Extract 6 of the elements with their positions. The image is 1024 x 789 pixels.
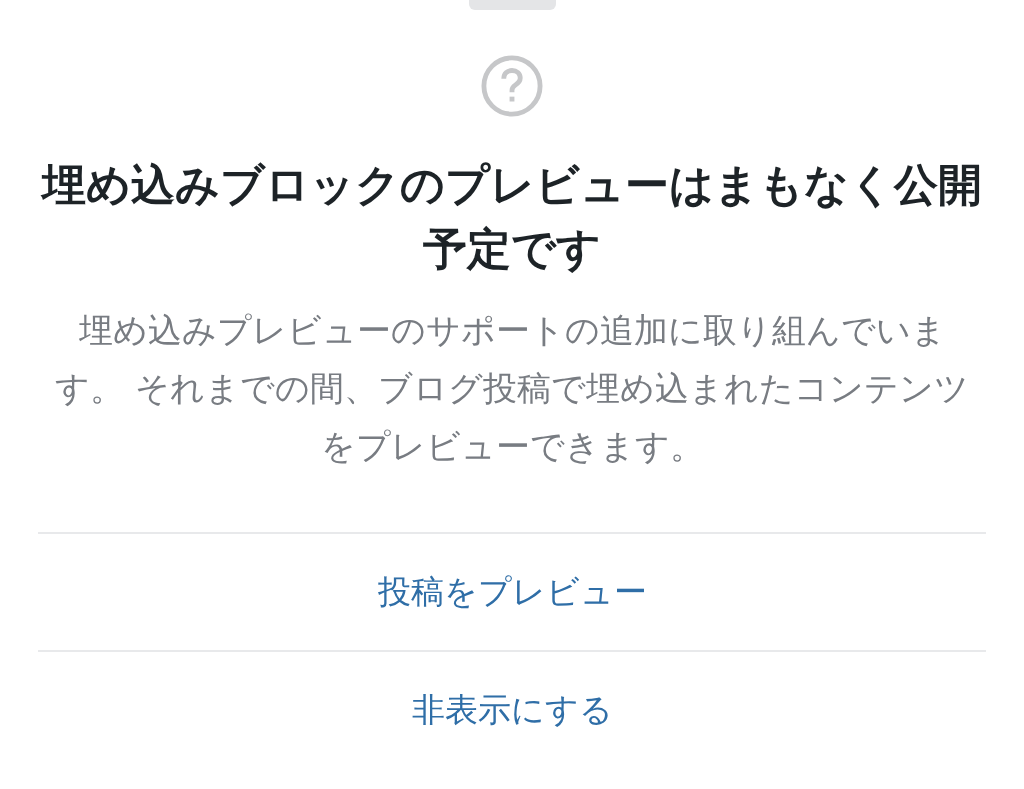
action-button[interactable]: 投稿をプレビュー bbox=[365, 563, 659, 621]
action-button[interactable]: 非表示にする bbox=[399, 681, 625, 739]
drag-handle[interactable] bbox=[468, 0, 556, 10]
dialog-message: 埋め込みプレビューのサポートの追加に取り組んでいます。 それまでの間、ブログ投稿で埋め込まれたコンテンツをプレビューできます。 bbox=[54, 309, 970, 468]
help-icon bbox=[481, 55, 543, 117]
dialog-title: 埋め込みブロックのプレビューはまもなく公開予定です bbox=[42, 158, 982, 276]
